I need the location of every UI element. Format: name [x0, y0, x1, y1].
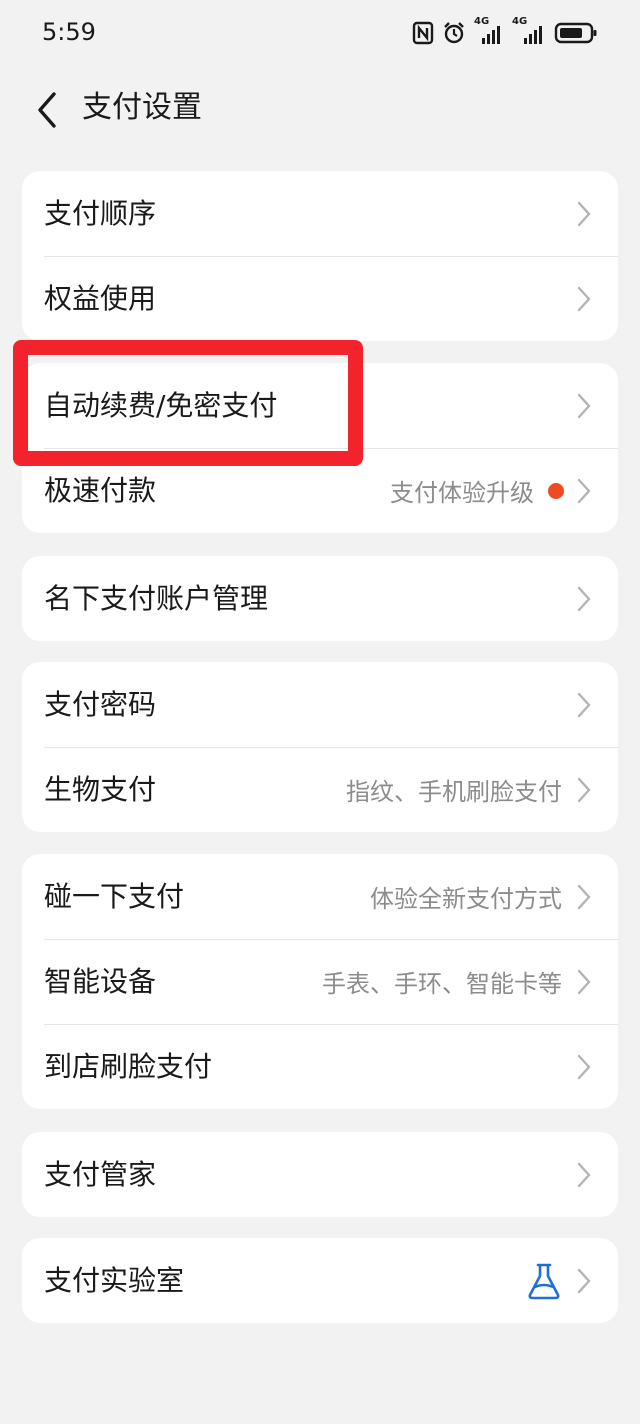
row-label: 自动续费/免密支付: [44, 389, 278, 422]
settings-row-biometric-pay[interactable]: 生物支付 指纹、手机刷脸支付: [22, 747, 618, 832]
row-label: 支付管家: [44, 1158, 157, 1191]
settings-row-payment-lab[interactable]: 支付实验室: [22, 1238, 618, 1323]
settings-group-butler: 支付管家: [22, 1132, 618, 1217]
settings-row-benefits[interactable]: 权益使用: [22, 256, 618, 341]
settings-group-accounts: 名下支付账户管理: [22, 556, 618, 641]
nfc-icon: [412, 21, 434, 45]
row-right: [576, 662, 592, 747]
row-label: 支付实验室: [44, 1264, 185, 1297]
settings-row-payment-order[interactable]: 支付顺序: [22, 171, 618, 256]
row-right: [576, 1024, 592, 1109]
status-time: 5:59: [42, 18, 96, 46]
row-label: 智能设备: [44, 965, 157, 998]
chevron-right-icon: [577, 884, 591, 909]
status-bar: 5:59 4G 4G: [0, 0, 640, 66]
settings-row-fast-pay[interactable]: 极速付款 支付体验升级: [22, 448, 618, 533]
row-right: [576, 171, 592, 256]
row-right: [576, 556, 592, 641]
chevron-right-icon: [577, 969, 591, 994]
chevron-right-icon: [577, 692, 591, 717]
row-label: 权益使用: [44, 282, 157, 315]
chevron-right-icon: [577, 1268, 591, 1293]
row-value: 指纹、手机刷脸支付: [346, 778, 562, 806]
chevron-right-icon: [577, 393, 591, 418]
row-label: 支付密码: [44, 688, 157, 721]
row-right: [576, 363, 592, 448]
settings-row-smart-devices[interactable]: 智能设备 手表、手环、智能卡等: [22, 939, 618, 1024]
row-label: 碰一下支付: [44, 880, 185, 913]
row-right: 指纹、手机刷脸支付: [346, 747, 592, 832]
chevron-right-icon: [577, 777, 591, 802]
settings-group-autopay: 自动续费/免密支付 极速付款 支付体验升级: [22, 363, 618, 533]
chevron-right-icon: [577, 1162, 591, 1187]
flask-icon: [528, 1263, 560, 1299]
screen: 5:59 4G 4G 支付设置 支付顺序 权益使用 自动续费/免密支付 极速付款…: [0, 0, 640, 1424]
alarm-icon: [444, 22, 464, 44]
row-right: 手表、手环、智能卡等: [322, 939, 592, 1024]
chevron-right-icon: [577, 586, 591, 611]
settings-group-order: 支付顺序 权益使用: [22, 171, 618, 341]
row-value: 支付体验升级: [390, 479, 534, 507]
chevron-right-icon: [577, 478, 591, 503]
title-bar: 支付设置: [0, 70, 640, 150]
row-label: 极速付款: [44, 474, 157, 507]
settings-row-account-management[interactable]: 名下支付账户管理: [22, 556, 618, 641]
settings-group-security: 支付密码 生物支付 指纹、手机刷脸支付: [22, 662, 618, 832]
chevron-right-icon: [577, 1054, 591, 1079]
row-label: 支付顺序: [44, 197, 157, 230]
signal-1: 4G: [474, 16, 504, 46]
row-value: 手表、手环、智能卡等: [322, 970, 562, 998]
row-right: 体验全新支付方式: [370, 854, 592, 939]
notification-dot: [548, 482, 564, 499]
settings-row-in-store-face-pay[interactable]: 到店刷脸支付: [22, 1024, 618, 1109]
network-type-2: 4G: [512, 16, 528, 27]
status-icons: 4G 4G: [412, 16, 598, 48]
row-right: [526, 1238, 592, 1323]
row-label: 到店刷脸支付: [44, 1050, 213, 1083]
row-right: 支付体验升级: [390, 448, 592, 533]
row-label: 名下支付账户管理: [44, 582, 269, 615]
row-value: 体验全新支付方式: [370, 885, 562, 913]
settings-group-lab: 支付实验室: [22, 1238, 618, 1323]
row-label: 生物支付: [44, 773, 157, 806]
battery-icon: [554, 22, 597, 44]
settings-row-payment-password[interactable]: 支付密码: [22, 662, 618, 747]
row-right: [576, 256, 592, 341]
signal-2: 4G: [512, 16, 546, 46]
page-title: 支付设置: [82, 90, 202, 125]
back-button[interactable]: [22, 82, 70, 138]
network-type-1: 4G: [474, 16, 490, 27]
row-right: [576, 1132, 592, 1217]
chevron-left-icon: [38, 92, 56, 128]
chevron-right-icon: [577, 286, 591, 311]
settings-row-auto-renew[interactable]: 自动续费/免密支付: [22, 363, 618, 448]
settings-row-payment-butler[interactable]: 支付管家: [22, 1132, 618, 1217]
settings-row-tap-to-pay[interactable]: 碰一下支付 体验全新支付方式: [22, 854, 618, 939]
chevron-right-icon: [577, 201, 591, 226]
settings-group-devices: 碰一下支付 体验全新支付方式 智能设备 手表、手环、智能卡等 到店刷脸支付: [22, 854, 618, 1109]
